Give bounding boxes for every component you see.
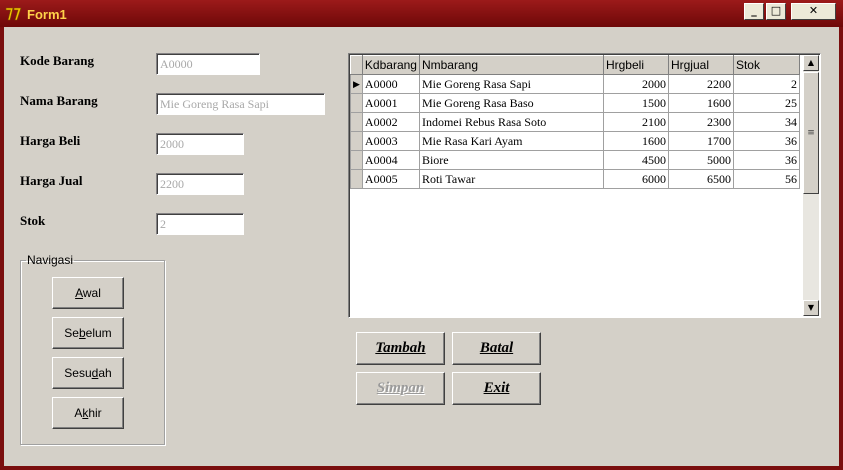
sesudah-label-pre: Sesu — [64, 366, 92, 380]
row-indicator — [350, 93, 363, 113]
row-indicator — [350, 150, 363, 170]
sebelum-label-key: b — [78, 326, 86, 340]
table-row[interactable]: A0004 Biore 4500 5000 36 — [350, 150, 800, 170]
akhir-label-post: hir — [88, 406, 102, 420]
minimize-button[interactable]: _ — [744, 3, 764, 20]
awal-label-key: A — [75, 286, 83, 300]
harga-jual-field[interactable]: 2200 — [156, 173, 244, 195]
form-client-area: Kode Barang A0000 Nama Barang Mie Goreng… — [4, 27, 839, 466]
cell-hrgjual[interactable]: 1600 — [667, 93, 734, 113]
row-indicator — [350, 169, 363, 189]
cell-hrgbeli[interactable]: 1500 — [602, 93, 669, 113]
cell-stok[interactable]: 36 — [732, 131, 800, 151]
table-row[interactable]: A0003 Mie Rasa Kari Ayam 1600 1700 36 — [350, 131, 800, 151]
scroll-up-icon[interactable]: ▲ — [803, 55, 819, 71]
grid-vertical-scrollbar[interactable]: ▲ ≡ ▼ — [803, 55, 819, 316]
scroll-down-icon[interactable]: ▼ — [803, 300, 819, 316]
cell-kdbarang[interactable]: A0002 — [361, 112, 420, 132]
app-icon — [5, 7, 22, 21]
label-nama-barang: Nama Barang — [20, 93, 98, 108]
simpan-button[interactable]: Simpan — [356, 372, 445, 405]
cell-nmbarang[interactable]: Biore — [418, 150, 604, 170]
batal-button[interactable]: Batal — [452, 332, 541, 365]
sebelum-button[interactable]: Sebelum — [52, 317, 124, 349]
nama-barang-field[interactable]: Mie Goreng Rasa Sapi — [156, 93, 325, 115]
column-header-hrgbeli[interactable]: Hrgbeli — [602, 55, 669, 75]
stok-field[interactable]: 2 — [156, 213, 244, 235]
row-indicator — [350, 131, 363, 151]
tambah-button[interactable]: Tambah — [356, 332, 445, 365]
cell-nmbarang[interactable]: Mie Goreng Rasa Sapi — [418, 74, 604, 94]
grid-header-row: Kdbarang Nmbarang Hrgbeli Hrgjual Stok — [350, 55, 800, 75]
table-row[interactable]: A0002 Indomei Rebus Rasa Soto 2100 2300 … — [350, 112, 800, 132]
close-button[interactable]: ✕ — [791, 3, 836, 20]
cell-hrgbeli[interactable]: 2100 — [602, 112, 669, 132]
grid-table: Kdbarang Nmbarang Hrgbeli Hrgjual Stok ▶… — [350, 55, 800, 189]
cell-stok[interactable]: 34 — [732, 112, 800, 132]
column-header-stok[interactable]: Stok — [732, 55, 800, 75]
cell-nmbarang[interactable]: Mie Goreng Rasa Baso — [418, 93, 604, 113]
window-title: Form1 — [27, 7, 67, 22]
sesudah-label-post: ah — [98, 366, 112, 380]
cell-hrgbeli[interactable]: 1600 — [602, 131, 669, 151]
cell-stok[interactable]: 56 — [732, 169, 800, 189]
cell-stok[interactable]: 25 — [732, 93, 800, 113]
cell-kdbarang[interactable]: A0003 — [361, 131, 420, 151]
table-row[interactable]: ▶ A0000 Mie Goreng Rasa Sapi 2000 2200 2 — [350, 74, 800, 94]
cell-kdbarang[interactable]: A0005 — [361, 169, 420, 189]
cell-hrgbeli[interactable]: 4500 — [602, 150, 669, 170]
label-kode-barang: Kode Barang — [20, 53, 95, 68]
awal-label-post: wal — [82, 286, 101, 300]
table-row[interactable]: A0001 Mie Goreng Rasa Baso 1500 1600 25 — [350, 93, 800, 113]
cell-kdbarang[interactable]: A0004 — [361, 150, 420, 170]
column-header-nmbarang[interactable]: Nmbarang — [418, 55, 604, 75]
cell-stok[interactable]: 36 — [732, 150, 800, 170]
cell-kdbarang[interactable]: A0000 — [361, 74, 420, 94]
cell-hrgjual[interactable]: 2300 — [667, 112, 734, 132]
column-header-hrgjual[interactable]: Hrgjual — [667, 55, 734, 75]
sebelum-label-pre: Se — [64, 326, 79, 340]
column-header-kdbarang[interactable]: Kdbarang — [361, 55, 420, 75]
akhir-button[interactable]: Akhir — [52, 397, 124, 429]
cell-hrgjual[interactable]: 6500 — [667, 169, 734, 189]
maximize-button[interactable]: □ — [766, 3, 786, 20]
cell-hrgjual[interactable]: 2200 — [667, 74, 734, 94]
awal-button[interactable]: Awal — [52, 277, 124, 309]
current-row-indicator-icon: ▶ — [350, 74, 363, 94]
scroll-thumb[interactable]: ≡ — [803, 72, 819, 194]
cell-nmbarang[interactable]: Indomei Rebus Rasa Soto — [418, 112, 604, 132]
harga-beli-field[interactable]: 2000 — [156, 133, 244, 155]
cell-hrgjual[interactable]: 1700 — [667, 131, 734, 151]
sebelum-label-post: elum — [85, 326, 112, 340]
label-harga-jual: Harga Jual — [20, 173, 83, 188]
cell-kdbarang[interactable]: A0001 — [361, 93, 420, 113]
sesudah-button[interactable]: Sesudah — [52, 357, 124, 389]
label-harga-beli: Harga Beli — [20, 133, 81, 148]
table-row[interactable]: A0005 Roti Tawar 6000 6500 56 — [350, 169, 800, 189]
barang-data-grid[interactable]: Kdbarang Nmbarang Hrgbeli Hrgjual Stok ▶… — [348, 53, 821, 318]
cell-hrgjual[interactable]: 5000 — [667, 150, 734, 170]
cell-hrgbeli[interactable]: 6000 — [602, 169, 669, 189]
navigasi-legend: Navigasi — [27, 253, 74, 267]
cell-stok[interactable]: 2 — [732, 74, 800, 94]
kode-barang-field[interactable]: A0000 — [156, 53, 260, 75]
cell-nmbarang[interactable]: Roti Tawar — [418, 169, 604, 189]
title-bar[interactable]: Form1 _ □ ✕ — [0, 0, 843, 27]
exit-button[interactable]: Exit — [452, 372, 541, 405]
cell-hrgbeli[interactable]: 2000 — [602, 74, 669, 94]
grid-indicator-header — [350, 55, 363, 75]
row-indicator — [350, 112, 363, 132]
label-stok: Stok — [20, 213, 46, 228]
form1-window: Form1 _ □ ✕ Kode Barang A0000 Nama Baran… — [0, 0, 843, 470]
cell-nmbarang[interactable]: Mie Rasa Kari Ayam — [418, 131, 604, 151]
